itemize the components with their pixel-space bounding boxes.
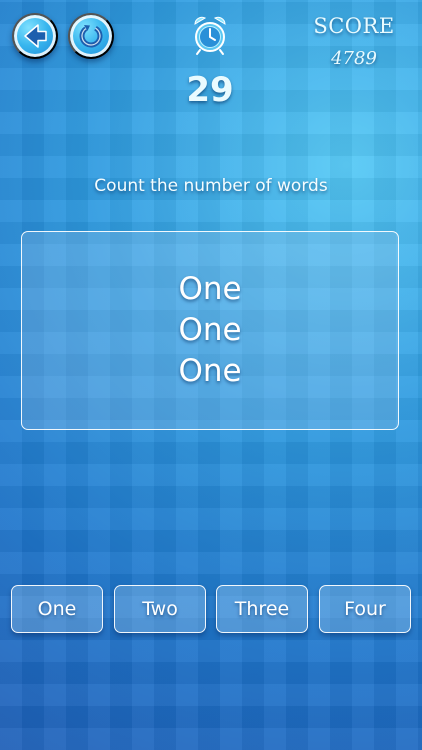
panel-word: One <box>178 312 242 348</box>
top-bar: 29 SCORE 4789 <box>0 0 422 120</box>
word-panel: One One One <box>21 231 399 430</box>
panel-word: One <box>178 271 242 307</box>
restart-icon <box>79 24 103 48</box>
answer-options: One Two Three Four <box>0 585 422 637</box>
instruction-text: Count the number of words <box>94 176 328 196</box>
answer-button-three[interactable]: Three <box>216 585 308 633</box>
score-value: 4789 <box>331 48 377 69</box>
arrow-left-icon <box>24 24 47 48</box>
back-button[interactable] <box>12 13 58 59</box>
answer-button-one[interactable]: One <box>11 585 103 633</box>
answer-button-two[interactable]: Two <box>114 585 206 633</box>
restart-button[interactable] <box>68 13 114 59</box>
answer-button-four[interactable]: Four <box>319 585 411 633</box>
panel-word: One <box>178 353 242 389</box>
score-label: SCORE <box>313 14 395 38</box>
timer-value: 29 <box>186 70 234 110</box>
alarm-clock-icon <box>190 13 230 57</box>
